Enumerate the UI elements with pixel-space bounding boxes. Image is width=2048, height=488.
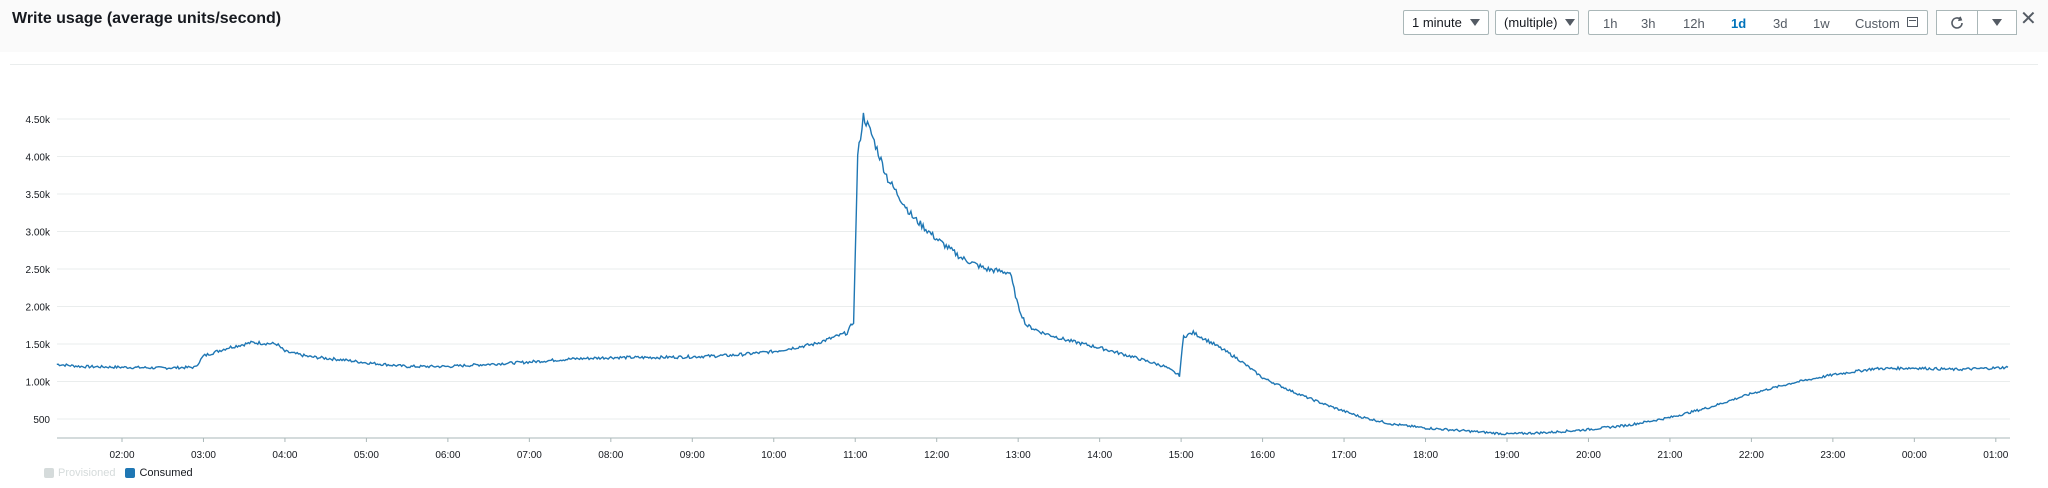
x-tick-label: 10:00 xyxy=(761,450,786,461)
y-tick-label: 1.50k xyxy=(26,340,51,351)
x-tick-label: 21:00 xyxy=(1657,450,1682,461)
x-tick-label: 02:00 xyxy=(109,450,134,461)
y-tick-label: 2.50k xyxy=(26,265,51,276)
line-chart: 500 1.00k 1.50k 2.00k 2.50k 3.00k 3.50k 4.00k 4.… xyxy=(26,112,2010,461)
x-tick-label: 23:00 xyxy=(1820,450,1845,461)
legend-swatch-provisioned xyxy=(44,468,54,478)
x-tick-label: 19:00 xyxy=(1494,450,1519,461)
y-tick-label: 2.00k xyxy=(26,303,51,314)
chart-grid xyxy=(57,118,2010,439)
x-tick-label: 06:00 xyxy=(435,450,460,461)
chart-legend: Provisioned Consumed xyxy=(44,467,193,479)
x-tick-label: 20:00 xyxy=(1576,450,1601,461)
x-tick-label: 18:00 xyxy=(1413,450,1438,461)
x-tick-label: 01:00 xyxy=(1983,450,2008,461)
series-consumed-line xyxy=(56,112,2009,436)
y-tick-label: 4.50k xyxy=(26,115,51,126)
y-axis: 500 1.00k 1.50k 2.00k 2.50k 3.00k 3.50k 4.00k 4.… xyxy=(26,115,51,426)
x-tick-label: 11:00 xyxy=(843,450,868,461)
x-tick-label: 05:00 xyxy=(354,450,379,461)
x-tick-label: 08:00 xyxy=(598,450,623,461)
x-tick-label: 07:00 xyxy=(517,450,542,461)
x-tick-label: 09:00 xyxy=(680,450,705,461)
x-axis: 02:00 03:00 04:00 05:00 06:00 07:00 08:00 09:00… xyxy=(109,438,2009,461)
y-tick-label: 500 xyxy=(33,415,50,426)
x-tick-label: 16:00 xyxy=(1250,450,1275,461)
y-tick-label: 1.00k xyxy=(26,378,51,389)
x-tick-label: 04:00 xyxy=(272,450,297,461)
x-tick-label: 12:00 xyxy=(924,450,949,461)
legend-provisioned[interactable]: Provisioned xyxy=(58,467,115,479)
x-tick-label: 00:00 xyxy=(1902,450,1927,461)
x-tick-label: 03:00 xyxy=(191,450,216,461)
y-tick-label: 4.00k xyxy=(26,153,51,164)
y-tick-label: 3.50k xyxy=(26,190,51,201)
legend-swatch-consumed xyxy=(125,468,136,478)
x-tick-label: 15:00 xyxy=(1169,450,1194,461)
x-tick-label: 14:00 xyxy=(1087,450,1112,461)
x-tick-label: 17:00 xyxy=(1332,450,1357,461)
x-tick-label: 22:00 xyxy=(1739,450,1764,461)
legend-consumed[interactable]: Consumed xyxy=(139,467,192,479)
x-tick-label: 13:00 xyxy=(1006,450,1031,461)
y-tick-label: 3.00k xyxy=(26,228,51,239)
